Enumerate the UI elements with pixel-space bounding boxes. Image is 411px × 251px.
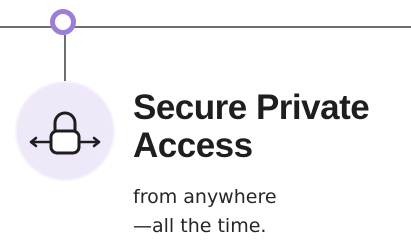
feature-subtitle: from anywhere —all the time. [133,183,405,241]
feature-card: Secure Private Access from anywhere —all… [0,0,411,251]
feature-title: Secure Private Access [133,89,405,165]
padlock-with-arrows-icon [29,111,101,155]
timeline-connector [64,35,66,83]
feature-title-line1: Secure Private [133,88,370,127]
feature-title-line2: Access [133,126,253,165]
feature-subtitle-line2: —all the time. [133,215,267,237]
feature-subtitle-line1: from anywhere [133,186,277,208]
timeline-node-dot [50,9,76,35]
icon-badge [17,83,113,179]
